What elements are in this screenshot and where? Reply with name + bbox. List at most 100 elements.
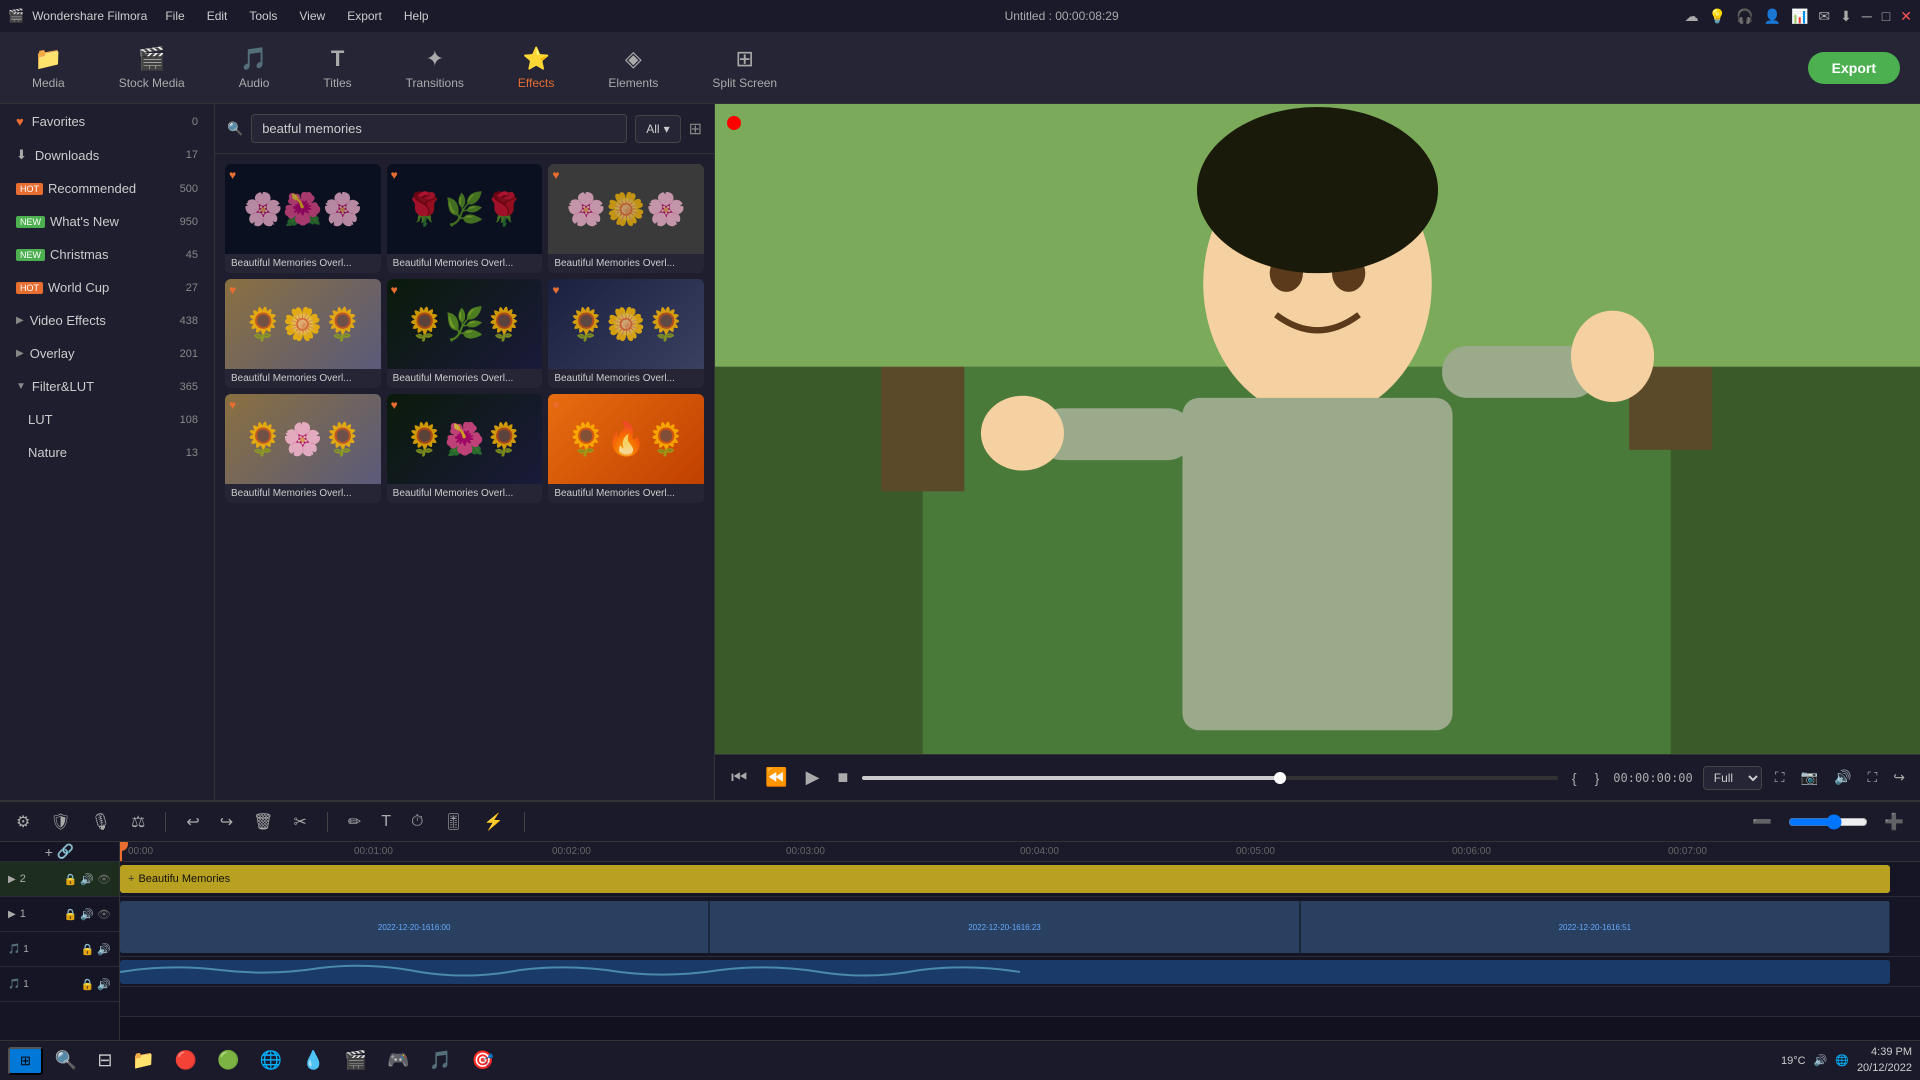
zoom-select[interactable]: Full 50% 75% — [1703, 766, 1762, 790]
play-button[interactable]: ▶ — [802, 763, 824, 792]
track-v1-play-icon[interactable]: ▶ — [8, 909, 16, 920]
panel-world-cup[interactable]: HOT World Cup 27 — [4, 272, 210, 303]
audio-track[interactable] — [120, 960, 1890, 984]
add-track-icon[interactable]: + — [45, 844, 53, 860]
taskbar-explorer-icon[interactable]: 📁 — [124, 1046, 162, 1075]
toolbar-effects[interactable]: ⭐ Effects — [506, 40, 566, 96]
taskbar-search-icon[interactable]: 🔍 — [47, 1046, 85, 1075]
link-icon[interactable]: 🔗 — [57, 843, 74, 860]
audio-mix-button[interactable]: 🎚 — [440, 808, 468, 836]
timer-button[interactable]: ⏱ — [407, 809, 427, 835]
rewind-button[interactable]: ⏮ — [727, 763, 751, 792]
effect-card-1[interactable]: ♥ 🌸🌺🌸 Beautiful Memories Overl... — [225, 164, 381, 273]
toolbar-titles[interactable]: T Titles — [311, 40, 363, 96]
track-v1-audio-icon[interactable]: 🔊 — [80, 908, 94, 921]
mark-out-button[interactable]: } — [1591, 768, 1604, 788]
delete-button[interactable]: 🗑 — [249, 808, 277, 836]
headset-icon[interactable]: 🎧 — [1736, 8, 1753, 25]
zoom-in-button[interactable]: ➕ — [1880, 808, 1908, 836]
panel-christmas[interactable]: NEW Christmas 45 — [4, 239, 210, 270]
clip-protect-button[interactable]: 🛡 — [46, 808, 74, 836]
taskbar-app-6-icon[interactable]: 🎵 — [421, 1046, 459, 1075]
redo-button[interactable]: ↪ — [216, 808, 237, 836]
taskbar-app-2-icon[interactable]: 🟢 — [209, 1046, 247, 1075]
menu-edit[interactable]: Edit — [197, 7, 238, 25]
toolbar-stock-media[interactable]: 🎬 Stock Media — [107, 40, 197, 96]
zoom-out-button[interactable]: ➖ — [1748, 808, 1776, 836]
track-a1-audio-icon[interactable]: 🔊 — [97, 943, 111, 956]
zoom-slider[interactable] — [1788, 814, 1868, 830]
record-button[interactable]: 🎙 — [87, 808, 115, 836]
track-v2-play-icon[interactable]: ▶ — [8, 874, 16, 885]
menu-file[interactable]: File — [155, 7, 194, 25]
toolbar-transitions[interactable]: ✦ Transitions — [394, 40, 476, 96]
taskbar-app-3-icon[interactable]: 🌐 — [252, 1046, 290, 1075]
panel-whats-new[interactable]: NEW What's New 950 — [4, 206, 210, 237]
taskbar-filmora-icon[interactable]: 🎬 — [337, 1046, 375, 1075]
effect-card-6[interactable]: ♥ 🌻🌼🌻 Beautiful Memories Overl... — [548, 279, 704, 388]
panel-nature[interactable]: Nature 13 — [4, 437, 210, 468]
track-v1-lock-icon[interactable]: 🔒 — [64, 908, 78, 921]
panel-lut[interactable]: LUT 108 — [4, 404, 210, 435]
panel-filter-lut[interactable]: ▼ Filter&LUT 365 — [4, 371, 210, 402]
effect-card-9[interactable]: ♥ 🌻🔥🌻 Beautiful Memories Overl... — [548, 394, 704, 503]
menu-tools[interactable]: Tools — [239, 7, 287, 25]
panel-recommended[interactable]: HOT Recommended 500 — [4, 173, 210, 204]
mark-in-button[interactable]: { — [1568, 768, 1581, 788]
cloud-icon[interactable]: ☁ — [1685, 8, 1699, 25]
network-icon[interactable]: 🌐 — [1835, 1054, 1849, 1067]
close-button[interactable]: ✕ — [1900, 8, 1912, 25]
track-v2-audio-icon[interactable]: 🔊 — [80, 873, 94, 886]
panel-video-effects[interactable]: ▶ Video Effects 438 — [4, 305, 210, 336]
toolbar-split-screen[interactable]: ⊞ Split Screen — [700, 40, 789, 96]
start-button[interactable]: ⊞ — [8, 1047, 43, 1075]
effect-card-8[interactable]: ♥ 🌻🌺🌻 Beautiful Memories Overl... — [387, 394, 543, 503]
step-back-button[interactable]: ⏪ — [761, 763, 791, 792]
minimize-button[interactable]: ─ — [1862, 8, 1872, 24]
panel-favorites[interactable]: ♥ Favorites 0 — [4, 106, 210, 137]
taskbar-clock[interactable]: 4:39 PM 20/12/2022 — [1857, 1045, 1912, 1076]
taskbar-app-7-icon[interactable]: 🎯 — [464, 1046, 502, 1075]
fullscreen-button[interactable]: ⛶ — [1864, 766, 1880, 789]
adjust-button[interactable]: ⚖ — [127, 808, 149, 836]
taskbar-taskview-icon[interactable]: ⊟ — [89, 1046, 120, 1075]
account-icon[interactable]: 👤 — [1764, 8, 1781, 25]
taskbar-app-4-icon[interactable]: 💧 — [294, 1046, 332, 1075]
menu-help[interactable]: Help — [394, 7, 439, 25]
cut-button[interactable]: ✂ — [289, 808, 310, 836]
search-input[interactable] — [251, 114, 627, 143]
undo-button[interactable]: ↩ — [182, 808, 203, 836]
timeline-ruler[interactable]: 00:00 00:01:00 00:02:00 00:03:00 00:04:0… — [120, 842, 1920, 862]
video-track[interactable]: 2022-12-20-1616:00 2022-12-20-1616:23 20… — [120, 901, 1890, 953]
playhead[interactable] — [120, 842, 122, 861]
bulb-icon[interactable]: 💡 — [1709, 8, 1726, 25]
track-m1-audio-icon[interactable]: 🔊 — [97, 978, 111, 991]
effect-track[interactable]: + Beautifu Memories — [120, 865, 1890, 893]
effect-card-3[interactable]: ♥ 🌸🌼🌸 Beautiful Memories Overl... — [548, 164, 704, 273]
effect-card-5[interactable]: ♥ 🌻🌿🌻 Beautiful Memories Overl... — [387, 279, 543, 388]
track-v2-lock-icon[interactable]: 🔒 — [64, 873, 78, 886]
maximize-button[interactable]: □ — [1882, 8, 1890, 24]
more-button[interactable]: ↪ — [1890, 766, 1908, 789]
grid-view-icon[interactable]: ⊞ — [689, 119, 702, 139]
filter-dropdown[interactable]: All ▾ — [635, 115, 680, 143]
track-v1-eye-icon[interactable]: 👁 — [97, 908, 111, 921]
settings-button[interactable]: ⚙ — [12, 808, 34, 836]
toolbar-media[interactable]: 📁 Media — [20, 40, 77, 96]
taskbar-app-5-icon[interactable]: 🎮 — [379, 1046, 417, 1075]
taskbar-app-1-icon[interactable]: 🔴 — [167, 1046, 205, 1075]
effect-card-7[interactable]: ♥ 🌻🌸🌻 Beautiful Memories Overl... — [225, 394, 381, 503]
stop-button[interactable]: ■ — [833, 763, 852, 792]
volume-icon[interactable]: 🔊 — [1814, 1054, 1828, 1067]
speed-button[interactable]: ⚡ — [480, 808, 508, 836]
email-icon[interactable]: ✉ — [1818, 8, 1830, 25]
toolbar-audio[interactable]: 🎵 Audio — [227, 40, 282, 96]
pen-button[interactable]: ✏ — [344, 808, 365, 836]
toolbar-elements[interactable]: ◈ Elements — [596, 40, 670, 96]
track-v2-eye-icon[interactable]: 👁 — [97, 873, 111, 886]
layout-icon[interactable]: 📊 — [1791, 8, 1808, 25]
crop-button[interactable]: ⛶ — [1772, 766, 1788, 789]
track-a1-lock-icon[interactable]: 🔒 — [81, 943, 95, 956]
text-button[interactable]: T — [377, 809, 395, 835]
panel-overlay[interactable]: ▶ Overlay 201 — [4, 338, 210, 369]
